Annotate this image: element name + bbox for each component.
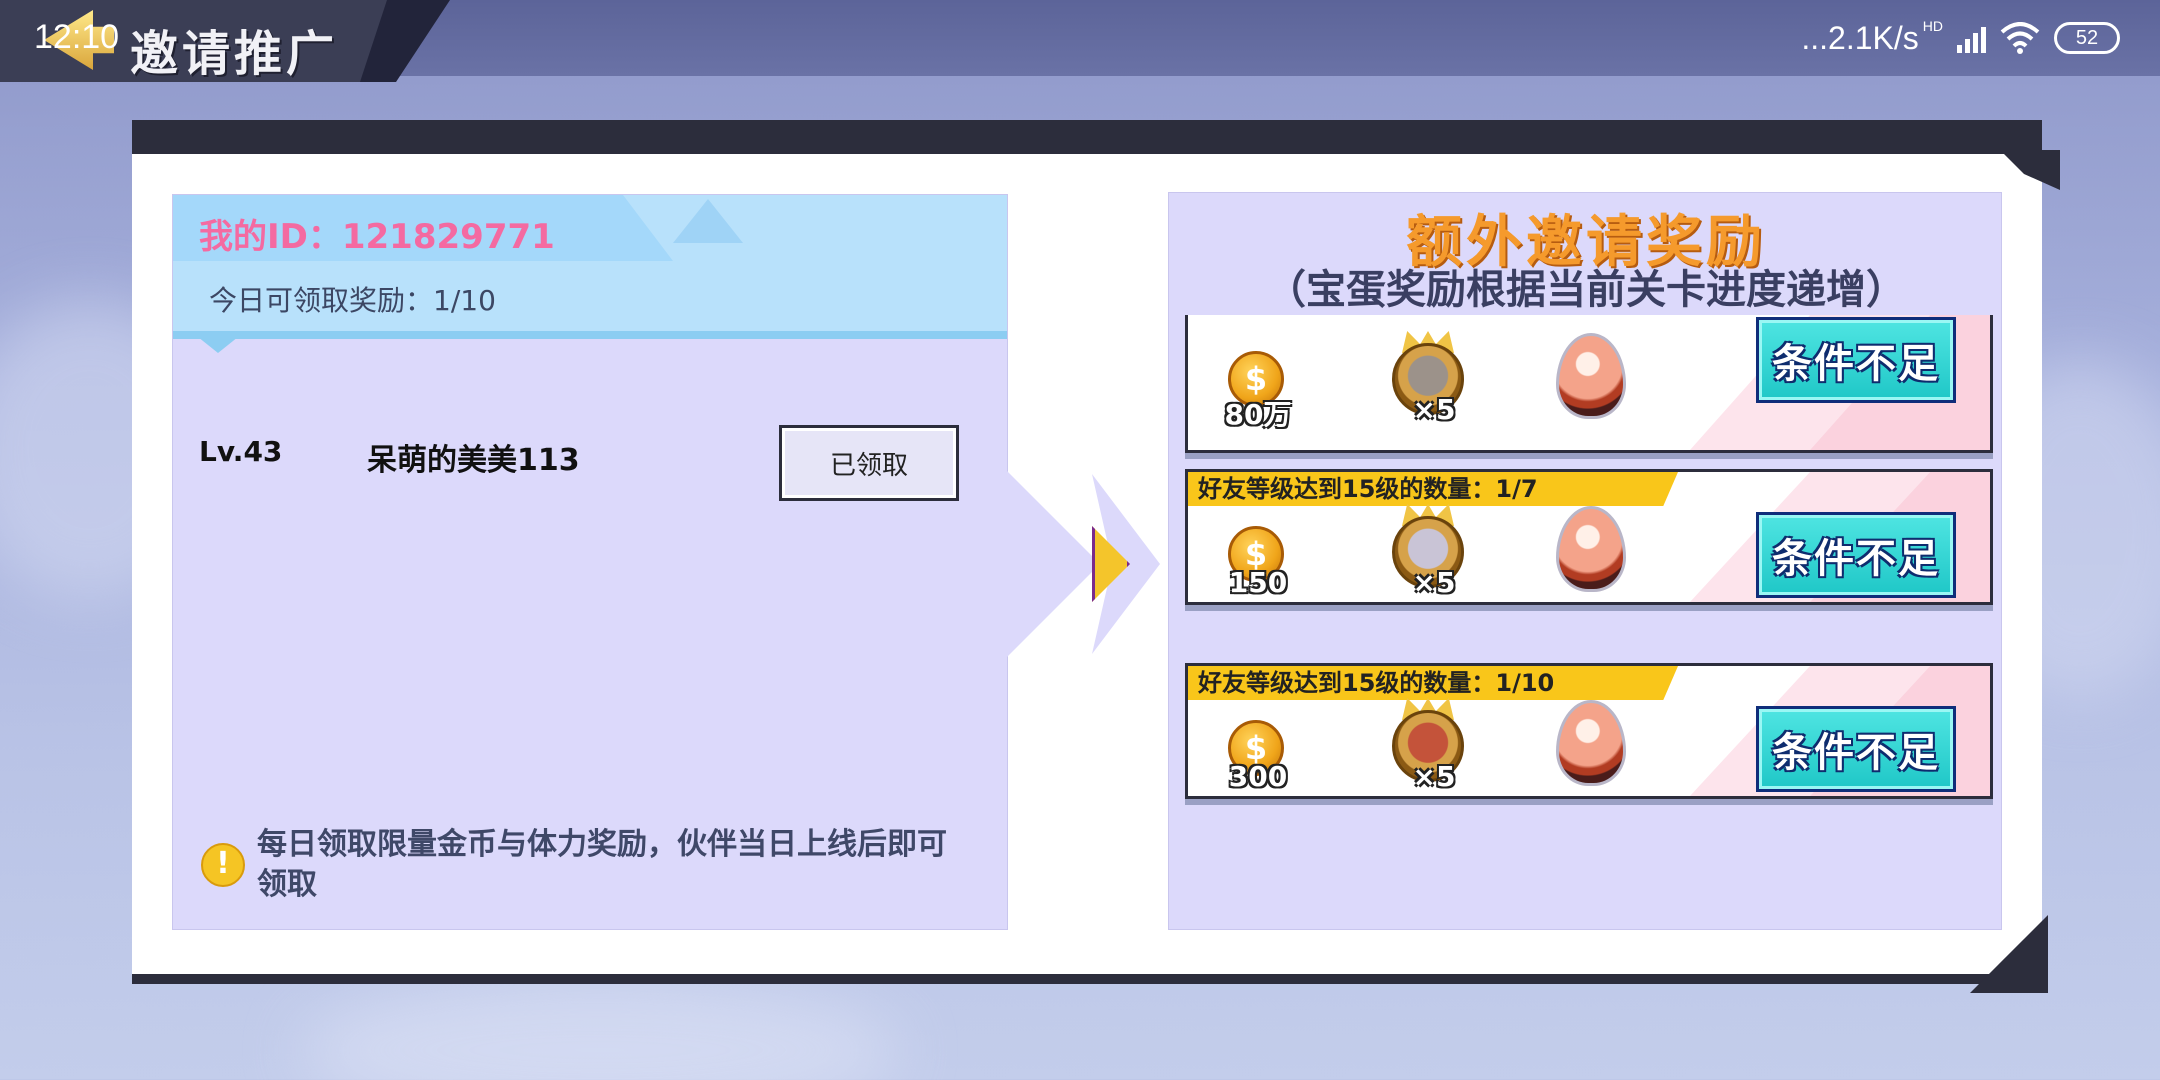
battery-icon: 52 xyxy=(2054,22,2120,54)
invite-row: Lv.43 呆萌的美美113 已领取 xyxy=(199,425,989,501)
page-title: 邀请推广 xyxy=(130,26,339,82)
signal-icon xyxy=(1957,23,1986,53)
reward-row: 好友等级达到15级的数量：1/7 $ 150万 ×5 条件不足 xyxy=(1185,469,1993,605)
extra-reward-subtitle: （宝蛋奖励根据当前关卡进度递增） xyxy=(1266,267,1906,313)
friend-level: Lv.43 xyxy=(199,435,283,468)
status-time: 12:10 xyxy=(34,18,120,56)
network-speed: ...2.1K/s xyxy=(1801,19,1919,56)
my-id: 我的ID：121829771 xyxy=(199,217,555,257)
warning-icon: ! xyxy=(201,843,245,887)
header-underline xyxy=(173,331,1007,339)
reward-note: 每日领取限量金币与体力奖励，伙伴当日上线后即可领取 xyxy=(257,827,947,902)
today-reward-count: 今日可领取奖励：1/10 xyxy=(209,284,496,317)
reward-condition-tag: 好友等级达到15级的数量：1/10 xyxy=(1188,666,1678,700)
reward-row: $ 80万 ×5 条件不足 xyxy=(1185,315,1993,453)
condition-button[interactable]: 条件不足 xyxy=(1756,317,1956,403)
wifi-icon xyxy=(2000,22,2040,54)
egg-icon xyxy=(1556,333,1626,419)
header-notch xyxy=(193,333,243,353)
condition-button[interactable]: 条件不足 xyxy=(1756,706,1956,792)
coin-amount: 300万 xyxy=(1228,760,1288,793)
invite-list-card: 我的ID：121829771 今日可领取奖励：1/10 Lv.43 呆萌的美美1… xyxy=(172,194,1008,930)
status-bar-right: ...2.1K/s HD 52 xyxy=(1801,18,2120,58)
egg-icon xyxy=(1556,700,1626,786)
egg-icon xyxy=(1556,506,1626,592)
coin-amount: 80万 xyxy=(1224,398,1292,431)
panel-frame-top xyxy=(132,120,2042,154)
reward-condition-tag: 好友等级达到15级的数量：1/7 xyxy=(1188,472,1678,506)
pet-quantity: ×5 xyxy=(1412,760,1456,793)
invite-card-header: 我的ID：121829771 今日可领取奖励：1/10 xyxy=(173,195,1007,335)
background-decoration xyxy=(300,980,900,1080)
friend-name: 呆萌的美美113 xyxy=(367,443,580,478)
coin-amount: 150万 xyxy=(1228,566,1288,599)
network-type: HD xyxy=(1922,18,1943,34)
header-triangle xyxy=(673,199,743,243)
condition-button[interactable]: 条件不足 xyxy=(1756,512,1956,598)
pet-quantity: ×5 xyxy=(1412,566,1456,599)
reward-row: 好友等级达到15级的数量：1/10 $ 300万 ×5 条件不足 xyxy=(1185,663,1993,799)
extra-reward-card: 额外邀请奖励 （宝蛋奖励根据当前关卡进度递增） $ 80万 ×5 条件不足 好友… xyxy=(1168,192,2002,930)
pet-quantity: ×5 xyxy=(1412,393,1456,426)
claimed-button[interactable]: 已领取 xyxy=(779,425,959,501)
